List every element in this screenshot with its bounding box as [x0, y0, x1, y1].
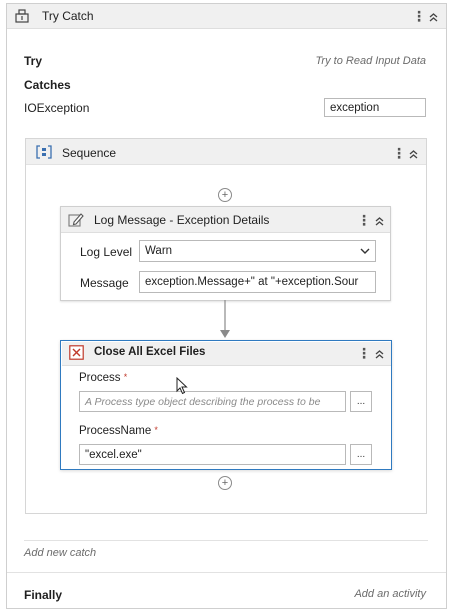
log-level-select[interactable]: Warn: [139, 240, 376, 262]
try-label: Try: [24, 54, 43, 68]
try-catch-icon: [15, 9, 29, 23]
add-new-catch-link[interactable]: Add new catch: [24, 547, 96, 559]
finally-label: Finally: [24, 588, 63, 602]
processname-label-row: ProcessName *: [79, 425, 158, 437]
catches-label: Catches: [24, 78, 71, 92]
collapse-icon[interactable]: [428, 10, 440, 22]
try-drop-zone[interactable]: Try to Read Input Data: [316, 55, 426, 67]
add-activity-icon[interactable]: +: [218, 188, 232, 202]
log-message-title: Log Message - Exception Details: [94, 213, 270, 227]
divider: [24, 540, 428, 541]
processname-label: ProcessName: [79, 425, 152, 437]
kebab-icon[interactable]: ⋮: [392, 146, 406, 160]
kebab-icon[interactable]: ⋮: [357, 213, 371, 227]
log-message-icon: [68, 212, 84, 228]
process-label: Process: [79, 372, 121, 384]
collapse-icon[interactable]: [374, 347, 386, 359]
finally-drop-zone[interactable]: Add an activity: [354, 588, 426, 600]
required-mark: *: [154, 425, 158, 435]
message-label: Message: [80, 276, 129, 290]
process-label-row: Process *: [79, 372, 127, 384]
processname-field[interactable]: "excel.exe": [79, 444, 346, 465]
exception-variable-field[interactable]: exception: [324, 98, 426, 117]
kebab-icon[interactable]: ⋮: [412, 9, 426, 23]
process-field[interactable]: A Process type object describing the pro…: [79, 391, 346, 412]
kebab-icon[interactable]: ⋮: [357, 346, 371, 360]
divider: [7, 572, 446, 573]
required-mark: *: [123, 372, 128, 382]
mouse-cursor-icon: [176, 376, 188, 395]
log-level-value: Warn: [145, 245, 173, 257]
collapse-icon[interactable]: [374, 214, 386, 226]
try-catch-title: Try Catch: [42, 9, 94, 23]
log-level-label: Log Level: [80, 245, 133, 259]
sequence-title: Sequence: [62, 146, 117, 160]
catch-exception-type[interactable]: IOException: [24, 101, 89, 115]
message-field[interactable]: exception.Message+" at "+exception.Sour: [139, 271, 376, 293]
process-browse-button[interactable]: ...: [350, 391, 372, 412]
sequence-icon: [36, 145, 52, 159]
add-activity-icon[interactable]: +: [218, 476, 232, 490]
collapse-icon[interactable]: [408, 147, 420, 159]
close-excel-icon: [69, 345, 84, 360]
chevron-down-icon[interactable]: [360, 247, 370, 255]
close-excel-title: Close All Excel Files: [94, 346, 206, 358]
processname-browse-button[interactable]: ...: [350, 444, 372, 465]
connector-arrow: [219, 300, 231, 340]
